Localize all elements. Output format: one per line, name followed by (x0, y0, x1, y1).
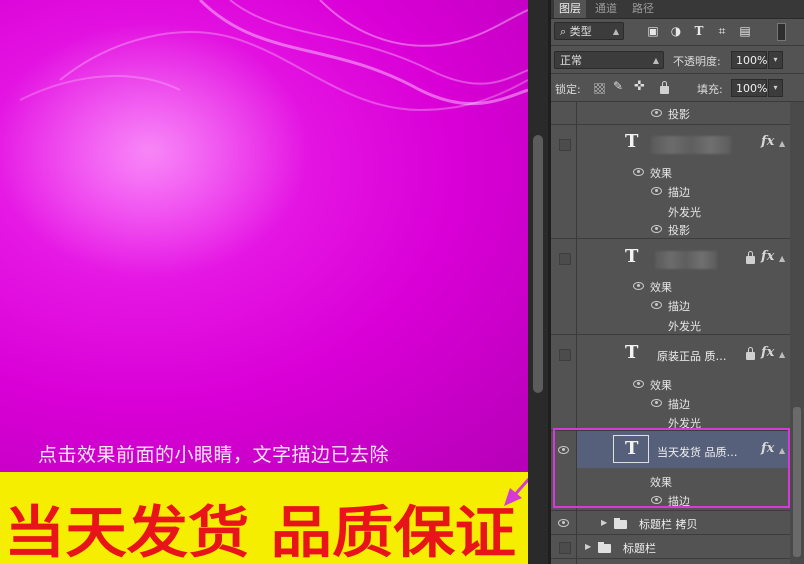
opacity-label: 不透明度: (673, 55, 721, 68)
scrollbar-thumb[interactable] (533, 135, 543, 393)
eye-icon[interactable] (651, 301, 662, 309)
text-layer-icon: T (625, 342, 639, 363)
expand-arrow-icon[interactable]: ▶ (601, 518, 607, 527)
effect-stroke: 描边 (668, 186, 690, 199)
effect-outer-glow: 外发光 (668, 320, 701, 333)
visibility-column (551, 559, 577, 564)
scrollbar-thumb[interactable] (793, 407, 801, 557)
expand-effects-arrow-icon[interactable]: ▲︎ (779, 350, 785, 359)
filter-kind-select[interactable]: ⌕ 类型 ▲︎ (554, 22, 624, 40)
fill-input[interactable]: 100% (731, 79, 767, 97)
effect-stroke: 描边 (668, 300, 690, 313)
visibility-column (551, 535, 577, 559)
type-filter-icon[interactable]: T (692, 24, 706, 38)
fill-label: 填充: (697, 83, 723, 96)
folder-icon (614, 518, 627, 529)
visibility-column (551, 125, 577, 239)
document-canvas[interactable]: 点击效果前面的小眼睛，文字描边已去除 当天发货 品质保证 (0, 0, 528, 564)
divider (551, 73, 804, 74)
fx-icon[interactable]: fx (761, 249, 774, 264)
fill-dropdown-button[interactable]: ▾ (768, 79, 783, 97)
filter-kind-label: 类型 (569, 25, 592, 38)
group-name[interactable]: 标题栏 (623, 540, 656, 556)
eye-icon[interactable] (633, 380, 644, 388)
group-layer-title-bar-copy[interactable]: ▶ 标题栏 拷贝 (551, 510, 791, 535)
search-icon: ⌕ (560, 25, 567, 38)
expand-effects-arrow-icon[interactable]: ▲︎ (779, 139, 785, 148)
effect-stroke: 描边 (668, 398, 690, 411)
effects-label: 效果 (650, 379, 672, 392)
pixel-filter-icon[interactable]: ▣ (646, 24, 660, 38)
effect-drop-shadow: 投影 (668, 108, 690, 121)
visibility-column (551, 102, 577, 124)
effect-outer-glow: 外发光 (668, 206, 701, 219)
panel-tabs: 图层 通道 路径 (551, 0, 804, 19)
lock-label: 锁定: (555, 83, 581, 96)
filter-toggle-switch[interactable] (777, 23, 786, 41)
lock-image-pixels-icon[interactable]: ✎ (613, 79, 623, 93)
folder-icon (598, 542, 611, 553)
layer-name[interactable]: 原装正品 质… (657, 348, 727, 364)
eye-icon[interactable] (651, 225, 662, 233)
expand-effects-arrow-icon[interactable]: ▲︎ (779, 254, 785, 263)
select-arrow-icon: ▲︎ (652, 56, 659, 65)
group-layer-title-bar[interactable]: ▶ 标题栏 (551, 534, 791, 559)
eye-icon[interactable] (633, 282, 644, 290)
pointer-arrow (504, 477, 528, 506)
group-name[interactable]: 标题栏 拷贝 (639, 516, 698, 532)
group-layer-2[interactable]: ▶ 组 2 (551, 558, 791, 564)
eye-icon[interactable] (651, 109, 662, 117)
annotation-highlight-box (553, 428, 790, 508)
smart-object-filter-icon[interactable]: ▤ (738, 24, 752, 38)
divider (551, 45, 804, 46)
text-layer-icon: T (625, 131, 639, 152)
visibility-toggle[interactable] (559, 542, 571, 554)
expand-arrow-icon[interactable]: ▶ (585, 542, 591, 551)
eye-icon[interactable] (558, 519, 569, 527)
visibility-toggle[interactable] (559, 253, 571, 265)
lock-transparent-pixels-icon[interactable] (594, 83, 605, 94)
tab-channels[interactable]: 通道 (590, 0, 622, 18)
lock-position-icon[interactable]: ✜ (634, 79, 645, 94)
opacity-input[interactable]: 100% (731, 51, 767, 69)
visibility-column (551, 239, 577, 335)
canvas-vertical-scrollbar[interactable] (528, 0, 548, 564)
blend-mode-value: 正常 (560, 54, 582, 67)
text-layer-3[interactable]: T 原装正品 质… fx ▲︎ 效果 描边 外发光 (551, 334, 791, 431)
lock-icon (746, 347, 755, 360)
blend-mode-select[interactable]: 正常 ▲︎ (554, 51, 664, 69)
lock-all-icon[interactable] (660, 81, 669, 94)
tab-layers[interactable]: 图层 (554, 0, 586, 18)
eye-icon[interactable] (633, 168, 644, 176)
fx-icon[interactable]: fx (761, 134, 774, 149)
visibility-toggle[interactable] (559, 349, 571, 361)
fx-icon[interactable]: fx (761, 345, 774, 360)
effect-drop-shadow: 投影 (668, 224, 690, 237)
layer-list-scrollbar[interactable] (790, 102, 804, 564)
adjustment-filter-icon[interactable]: ◑ (669, 24, 683, 38)
blurred-layer-name (651, 136, 731, 154)
select-arrow-icon: ▲︎ (612, 27, 619, 36)
lock-icon (746, 251, 755, 264)
text-layer-icon: T (625, 246, 639, 267)
layer-effect-row: 投影 (551, 102, 791, 124)
effects-label: 效果 (650, 281, 672, 294)
opacity-dropdown-button[interactable]: ▾ (768, 51, 783, 69)
effects-label: 效果 (650, 167, 672, 180)
eye-icon[interactable] (651, 399, 662, 407)
visibility-toggle[interactable] (559, 139, 571, 151)
visibility-column (551, 335, 577, 431)
text-layer-1[interactable]: T fx ▲︎ 效果 描边 外发光 投影 (551, 124, 791, 239)
visibility-column (551, 511, 577, 535)
text-layer-2[interactable]: T fx ▲︎ 效果 描边 外发光 (551, 238, 791, 335)
blurred-layer-name (655, 251, 717, 269)
eye-icon[interactable] (651, 187, 662, 195)
shape-filter-icon[interactable]: ⌗ (715, 24, 729, 38)
tab-paths[interactable]: 路径 (627, 0, 659, 18)
